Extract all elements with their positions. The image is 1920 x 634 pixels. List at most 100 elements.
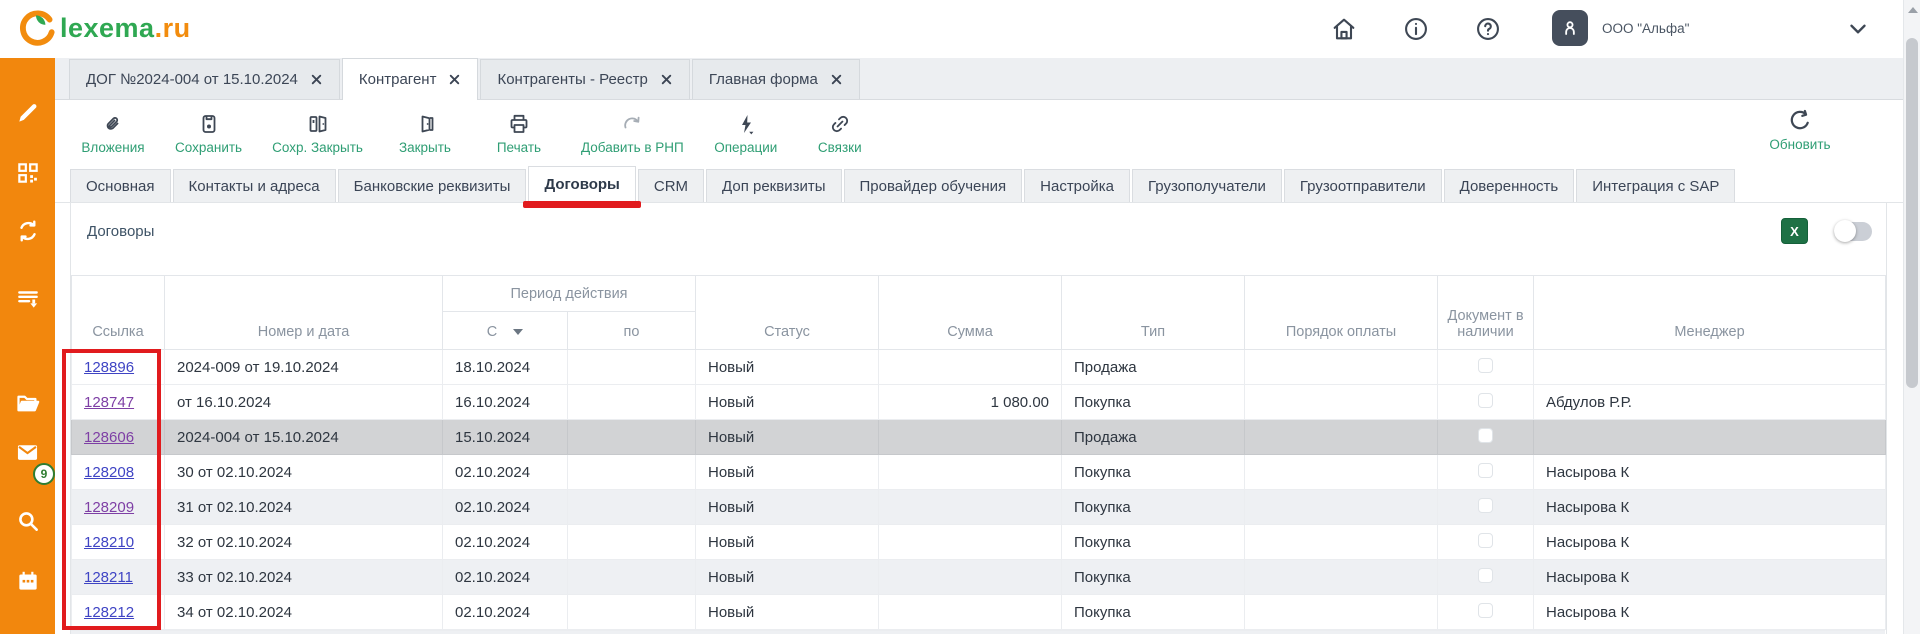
contract-link[interactable]: 128209 — [84, 499, 134, 516]
refresh-button[interactable]: Обновить — [1768, 108, 1832, 152]
info-icon[interactable] — [1402, 15, 1430, 43]
cell-type: Покупка — [1062, 560, 1245, 595]
tab-integratsiya-s-sap[interactable]: Интеграция с SAP — [1576, 169, 1735, 202]
links-button[interactable]: Связки — [808, 111, 872, 155]
edit-mode-toggle[interactable] — [1834, 222, 1872, 241]
doc-available-checkbox[interactable] — [1478, 463, 1493, 478]
tab-gruzopoluchateli[interactable]: Грузополучатели — [1132, 169, 1282, 202]
sidebar-item-tasks[interactable] — [0, 284, 55, 314]
excel-export-button[interactable]: X — [1781, 218, 1808, 244]
cell-date-to — [568, 455, 696, 490]
cell-date-from: 02.10.2024 — [443, 490, 568, 525]
cell-number: от 16.10.2024 — [165, 385, 443, 420]
search-icon — [15, 508, 41, 534]
chevron-down-icon[interactable] — [1845, 16, 1871, 42]
col-header-payment[interactable]: Порядок оплаты — [1245, 276, 1438, 350]
close-tab-icon[interactable] — [310, 73, 323, 86]
sidebar-item-qr[interactable] — [0, 158, 55, 188]
table-row[interactable]: 128209 31 от 02.10.2024 02.10.2024 Новый… — [72, 490, 1886, 525]
contract-link[interactable]: 128208 — [84, 464, 134, 481]
help-icon[interactable] — [1474, 15, 1502, 43]
doc-available-checkbox[interactable] — [1478, 603, 1493, 618]
document-tab[interactable]: ДОГ №2024-004 от 15.10.2024 — [69, 59, 340, 99]
col-header-manager[interactable]: Менеджер — [1534, 276, 1886, 350]
document-tab[interactable]: Главная форма — [692, 59, 860, 99]
doc-available-checkbox[interactable] — [1478, 428, 1493, 443]
cell-status: Новый — [696, 420, 879, 455]
contract-link[interactable]: 128211 — [84, 569, 133, 586]
col-header-amount[interactable]: Сумма — [879, 276, 1062, 350]
tab-doverennost[interactable]: Доверенность — [1444, 169, 1575, 202]
save-close-button[interactable]: Сохр. Закрыть — [272, 111, 363, 155]
tab-dogovory[interactable]: Договоры — [528, 166, 635, 202]
doc-available-checkbox[interactable] — [1478, 358, 1493, 373]
contract-link[interactable]: 128210 — [84, 534, 134, 551]
cell-payment-order — [1245, 490, 1438, 525]
operations-button[interactable]: Операции — [714, 111, 778, 155]
sidebar-item-calendar[interactable] — [0, 566, 55, 596]
sidebar-item-search[interactable] — [0, 506, 55, 536]
doc-available-checkbox[interactable] — [1478, 568, 1493, 583]
table-row[interactable]: 128747 от 16.10.2024 16.10.2024 Новый 1 … — [72, 385, 1886, 420]
close-tab-icon[interactable] — [448, 73, 461, 86]
col-header-date-from[interactable]: С — [443, 312, 568, 350]
sidebar-item-sync[interactable] — [0, 216, 55, 246]
tab-provayder-obucheniya[interactable]: Провайдер обучения — [844, 169, 1023, 202]
contract-link[interactable]: 128606 — [84, 429, 134, 446]
scroll-up-icon[interactable] — [1908, 7, 1918, 13]
tab-crm[interactable]: CRM — [638, 169, 704, 202]
table-row[interactable]: 128208 30 от 02.10.2024 02.10.2024 Новый… — [72, 455, 1886, 490]
cell-type: Покупка — [1062, 385, 1245, 420]
tab-bankovskie-rekvizity[interactable]: Банковские реквизиты — [338, 169, 527, 202]
grid-wrap: Ссылка Номер и дата Период действия Стат… — [71, 275, 1886, 634]
doc-available-checkbox[interactable] — [1478, 498, 1493, 513]
scrollbar-thumb[interactable] — [1906, 38, 1918, 388]
tab-nastroyka[interactable]: Настройка — [1024, 169, 1130, 202]
sidebar-item-edit[interactable] — [0, 98, 55, 128]
table-row[interactable]: 128606 2024-004 от 15.10.2024 15.10.2024… — [72, 420, 1886, 455]
close-button[interactable]: Закрыть — [393, 111, 457, 155]
contract-link[interactable]: 128747 — [84, 394, 134, 411]
close-tab-icon[interactable] — [660, 73, 673, 86]
tab-kontakty-i-adresa[interactable]: Контакты и адреса — [173, 169, 336, 202]
table-row[interactable]: 128211 33 от 02.10.2024 02.10.2024 Новый… — [72, 560, 1886, 595]
attachments-button[interactable]: Вложения — [81, 111, 145, 155]
sort-desc-icon[interactable] — [513, 329, 523, 335]
sidebar-item-folder[interactable] — [0, 388, 55, 418]
tab-dop-rekvizity[interactable]: Доп реквизиты — [706, 169, 841, 202]
tab-gruzootpraviteli[interactable]: Грузоотправители — [1284, 169, 1442, 202]
table-row[interactable]: 128896 2024-009 от 19.10.2024 18.10.2024… — [72, 350, 1886, 385]
calendar-icon — [15, 568, 41, 594]
cell-date-from: 02.10.2024 — [443, 455, 568, 490]
table-row[interactable]: 128212 34 от 02.10.2024 02.10.2024 Новый… — [72, 595, 1886, 630]
col-header-doc[interactable]: Документ в наличии — [1438, 276, 1534, 350]
tab-osnovnaya[interactable]: Основная — [70, 169, 171, 202]
doc-available-checkbox[interactable] — [1478, 393, 1493, 408]
user-avatar-icon[interactable] — [1552, 10, 1588, 46]
vertical-scrollbar[interactable] — [1903, 0, 1920, 634]
print-button[interactable]: Печать — [487, 111, 551, 155]
cell-doc-available — [1438, 385, 1534, 420]
save-button[interactable]: Сохранить — [175, 111, 242, 155]
document-tab[interactable]: Контрагенты - Реестр — [480, 59, 689, 99]
contract-link[interactable]: 128896 — [84, 359, 134, 376]
document-tab[interactable]: Контрагент — [342, 58, 479, 100]
home-icon[interactable] — [1330, 15, 1358, 43]
contract-link[interactable]: 128212 — [84, 604, 134, 621]
cell-date-to — [568, 525, 696, 560]
col-header-type[interactable]: Тип — [1062, 276, 1245, 350]
table-row[interactable]: 128210 32 от 02.10.2024 02.10.2024 Новый… — [72, 525, 1886, 560]
doc-available-checkbox[interactable] — [1478, 533, 1493, 548]
sidebar-item-mail[interactable]: 9 — [0, 440, 55, 470]
cell-link: 128210 — [72, 525, 165, 560]
account-widget[interactable]: ООО "Альфа" — [1552, 10, 1689, 46]
col-header-number[interactable]: Номер и дата — [165, 276, 443, 350]
col-header-date-to[interactable]: по — [568, 312, 696, 350]
col-header-status[interactable]: Статус — [696, 276, 879, 350]
cell-payment-order — [1245, 595, 1438, 630]
col-header-link[interactable]: Ссылка — [72, 276, 165, 350]
excel-x-icon: X — [1790, 224, 1799, 239]
logo[interactable]: lexema.ru — [16, 7, 191, 49]
document-tab-label: Главная форма — [709, 71, 818, 88]
close-tab-icon[interactable] — [830, 73, 843, 86]
